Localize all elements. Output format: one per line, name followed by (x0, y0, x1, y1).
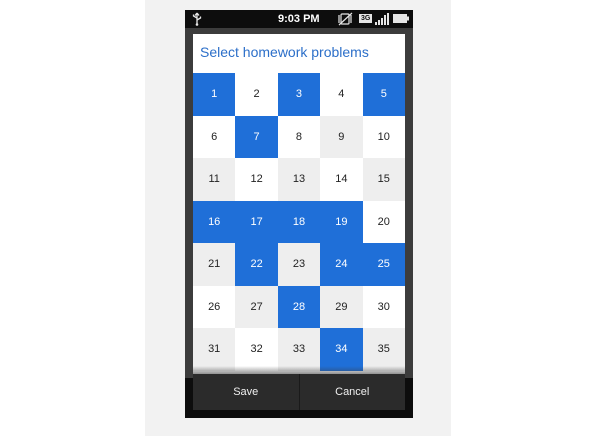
problem-cell-11[interactable]: 11 (193, 158, 236, 201)
problem-cell-30[interactable]: 30 (362, 285, 405, 328)
problem-cell-15[interactable]: 15 (362, 158, 405, 201)
problem-grid: 1 2 3 4 5 6 7 8 9 10 11 12 13 14 15 16 17 18 19 20 21 22 23 24 2… (193, 73, 405, 371)
problem-cell-34[interactable]: 34 (320, 328, 363, 371)
problem-cell-32[interactable]: 32 (235, 328, 278, 371)
problem-cell-19[interactable]: 19 (320, 200, 363, 243)
problem-cell-25[interactable]: 25 (362, 243, 405, 286)
dialog-title: Select homework problems (200, 44, 369, 60)
problem-cell-12[interactable]: 12 (235, 158, 278, 201)
problem-cell-31[interactable]: 31 (193, 328, 236, 371)
dialog-button-bar: Save Cancel (193, 374, 405, 410)
problem-cell-33[interactable]: 33 (277, 328, 321, 371)
silent-mode-icon (338, 12, 353, 26)
problem-cell-24[interactable]: 24 (320, 243, 363, 286)
problem-cell-26[interactable]: 26 (193, 285, 236, 328)
status-bar: 9:03 PM 3G (185, 10, 413, 28)
status-time: 9:03 PM (278, 13, 320, 25)
cancel-button[interactable]: Cancel (300, 374, 406, 410)
problem-cell-23[interactable]: 23 (277, 243, 321, 286)
problem-cell-4[interactable]: 4 (320, 73, 363, 116)
problem-cell-14[interactable]: 14 (320, 158, 363, 201)
problem-cell-21[interactable]: 21 (193, 243, 236, 286)
battery-icon (393, 14, 409, 23)
network-3g-icon: 3G (359, 14, 373, 23)
phone-screen: 9:03 PM 3G Select homework problems 1234… (185, 10, 413, 418)
problem-cell-16[interactable]: 16 (193, 200, 236, 243)
problem-cell-27[interactable]: 27 (235, 285, 278, 328)
problem-cell-3[interactable]: 3 (277, 73, 321, 116)
problem-select-dialog: Select homework problems 1 2 3 4 5 6 7 8 9 10 11 12… (193, 34, 405, 376)
problem-cell-20[interactable]: 20 (362, 200, 405, 243)
problem-cell-10[interactable]: 10 (362, 115, 405, 158)
problem-cell-1[interactable]: 1 (193, 73, 236, 116)
problem-cell-2[interactable]: 2 (235, 73, 278, 116)
problem-cell-6[interactable]: 6 (193, 115, 236, 158)
problem-cell-29[interactable]: 29 (320, 285, 363, 328)
problem-cell-22[interactable]: 22 (235, 243, 278, 286)
problem-cell-7[interactable]: 7 (235, 115, 278, 158)
problem-cell-13[interactable]: 13 (277, 158, 321, 201)
problem-cell-28[interactable]: 28 (277, 285, 321, 328)
problem-cell-9[interactable]: 9 (320, 115, 363, 158)
usb-icon (192, 12, 202, 26)
problem-cell-5[interactable]: 5 (362, 73, 405, 116)
problem-cell-17[interactable]: 17 (235, 200, 278, 243)
problem-cell-8[interactable]: 8 (277, 115, 321, 158)
signal-icon (375, 13, 389, 25)
save-button[interactable]: Save (193, 374, 299, 410)
problem-cell-35[interactable]: 35 (362, 328, 405, 371)
problem-cell-18[interactable]: 18 (277, 200, 321, 243)
